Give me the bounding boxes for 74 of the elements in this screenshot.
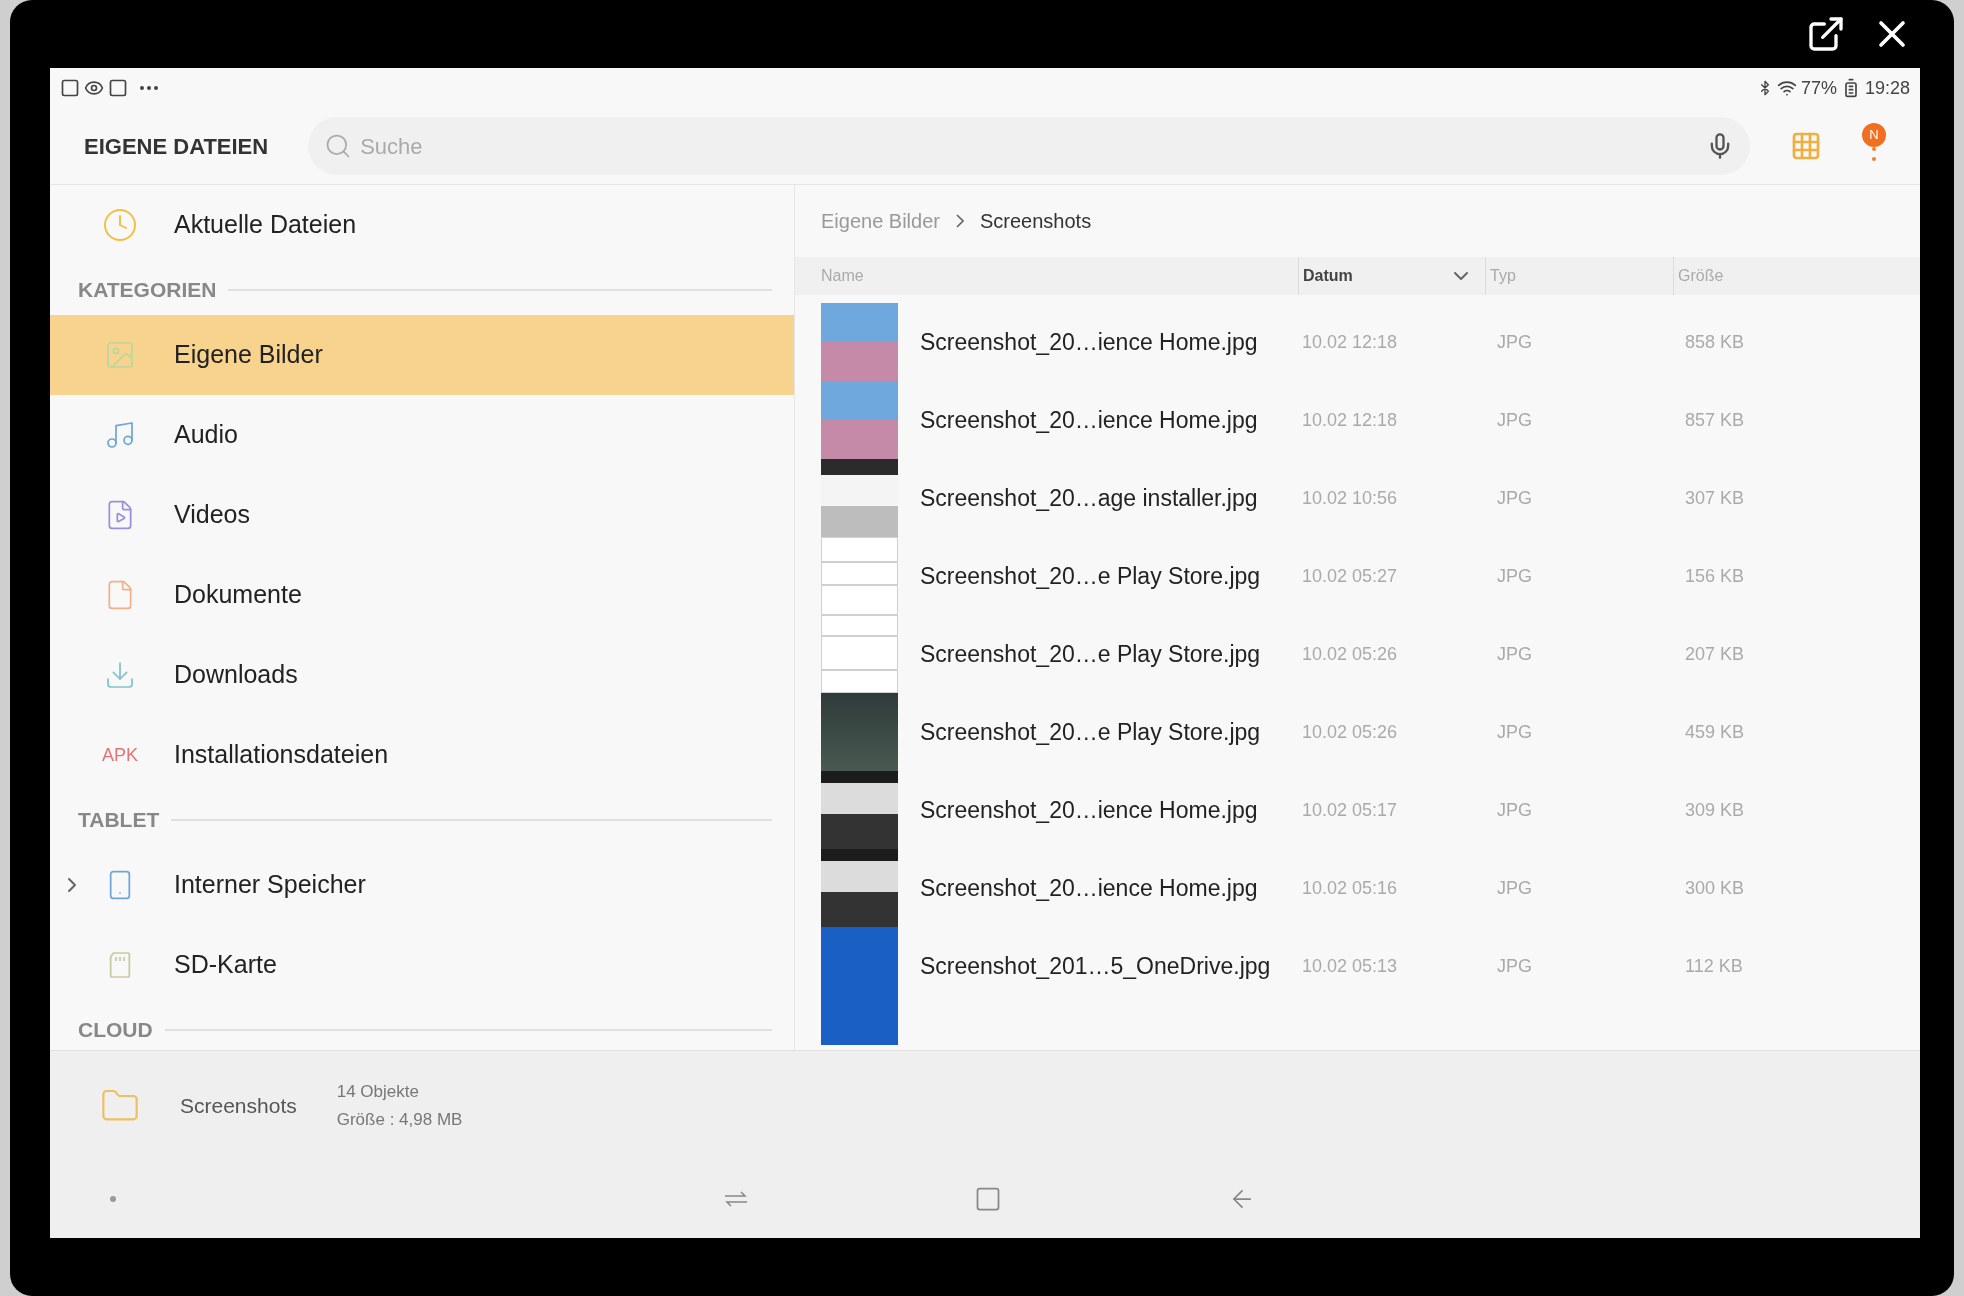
file-type: JPG (1496, 564, 1533, 588)
file-type: JPG (1496, 486, 1533, 510)
sidebar-item[interactable]: APK Installationsdateien (50, 715, 794, 795)
search-field[interactable]: Suche (308, 117, 1750, 175)
app-notification-icon (108, 78, 128, 98)
home-icon[interactable] (974, 1185, 1002, 1213)
file-date: 10.02 12:18 (1301, 408, 1399, 432)
file-type: JPG (1496, 954, 1533, 978)
file-name[interactable]: Screenshot_201…5_OneDrive.jpg (920, 948, 1271, 984)
wifi-icon (1776, 78, 1797, 98)
sidebar-item[interactable]: Videos (50, 475, 794, 555)
sidebar-item[interactable]: Audio (50, 395, 794, 475)
file-type: JPG (1496, 720, 1533, 744)
breadcrumb-separator-icon (955, 214, 964, 228)
file-size: 459 KB (1684, 720, 1746, 744)
file-size: 207 KB (1684, 642, 1746, 666)
file-date: 10.02 10:56 (1301, 486, 1399, 510)
file-size: 307 KB (1684, 486, 1746, 510)
app-notification-icon (60, 78, 80, 98)
column-header[interactable]: Datum (1303, 264, 1353, 288)
search-input[interactable]: Suche (360, 129, 1698, 163)
file-size: 857 KB (1684, 408, 1746, 432)
battery-percent: 77% (1800, 76, 1837, 100)
file-size: 156 KB (1684, 564, 1746, 588)
file-date: 10.02 05:26 (1301, 642, 1399, 666)
section-heading: TABLET (78, 807, 160, 834)
file-size: 112 KB (1684, 954, 1744, 978)
file-name[interactable]: Screenshot_20…ience Home.jpg (920, 324, 1258, 360)
more-notifications-icon (140, 86, 158, 90)
download-icon (104, 659, 136, 691)
folder-name: Screenshots (180, 1092, 297, 1119)
menu-icon[interactable] (1872, 147, 1876, 161)
file-type: JPG (1496, 330, 1533, 354)
file-size: 858 KB (1684, 330, 1746, 354)
breadcrumb-link[interactable]: Screenshots (979, 206, 1092, 236)
notification-badge: N (1862, 123, 1886, 147)
sidebar-item[interactable]: Interner Speicher (50, 845, 794, 925)
section-heading: CLOUD (78, 1017, 153, 1044)
file-date: 10.02 05:27 (1301, 564, 1399, 588)
file-type: JPG (1496, 798, 1533, 822)
file-name[interactable]: Screenshot_20…ience Home.jpg (920, 792, 1258, 828)
sidebar-item[interactable]: Aktuelle Dateien (50, 185, 794, 265)
file-name[interactable]: Screenshot_20…e Play Store.jpg (920, 636, 1261, 672)
item-count: 14 Objekte (336, 1080, 420, 1103)
sidebar-item[interactable]: Dokumente (50, 555, 794, 635)
sidebar-item[interactable]: Downloads (50, 635, 794, 715)
file-type: JPG (1496, 876, 1533, 900)
file-name[interactable]: Screenshot_20…age installer.jpg (920, 480, 1258, 516)
file-date: 10.02 05:26 (1301, 720, 1399, 744)
sidebar-item[interactable]: Eigene Bilder (50, 315, 794, 395)
file-name[interactable]: Screenshot_20…e Play Store.jpg (920, 714, 1261, 750)
file-date: 10.02 12:18 (1301, 330, 1399, 354)
file-type: JPG (1496, 408, 1533, 432)
app-title: EIGENE DATEIEN (84, 132, 269, 161)
recent-apps-icon[interactable] (724, 1191, 748, 1207)
sidebar-item[interactable]: SD-Karte (50, 925, 794, 1005)
file-date: 10.02 05:16 (1301, 876, 1399, 900)
clock-icon (102, 207, 138, 243)
music-note-icon (104, 419, 136, 451)
file-size: 300 KB (1684, 876, 1746, 900)
eye-icon (84, 78, 104, 98)
file-date: 10.02 05:13 (1301, 954, 1399, 978)
pop-out-icon[interactable] (1806, 14, 1846, 54)
section-heading: KATEGORIEN (78, 277, 217, 304)
file-name[interactable]: Screenshot_20…ience Home.jpg (920, 870, 1258, 906)
clock-time: 19:28 (1864, 76, 1910, 100)
apk-icon: APK (102, 741, 138, 769)
file-type: JPG (1496, 642, 1533, 666)
file-name[interactable]: Screenshot_20…ience Home.jpg (920, 402, 1258, 438)
folder-size: Größe : 4,98 MB (336, 1108, 463, 1131)
file-name[interactable]: Screenshot_20…e Play Store.jpg (920, 558, 1261, 594)
file-date: 10.02 05:17 (1301, 798, 1399, 822)
image-icon (104, 339, 136, 371)
file-size: 309 KB (1684, 798, 1746, 822)
